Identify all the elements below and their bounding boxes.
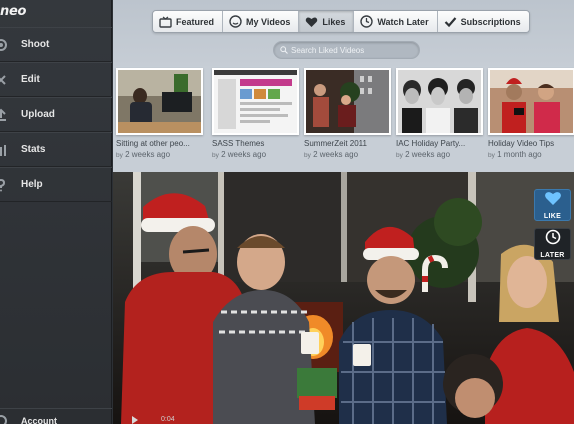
sidebar-item-label: Upload [21, 109, 55, 120]
video-thumbnail[interactable] [116, 68, 203, 135]
gear-icon [0, 414, 8, 424]
like-button[interactable]: LIKE [534, 189, 571, 221]
by-label: by [116, 152, 123, 159]
sidebar-item-label: Shoot [21, 39, 50, 50]
question-icon [0, 178, 8, 192]
by-label: by [212, 152, 219, 159]
app-logo: neo [0, 4, 27, 19]
search-box [273, 41, 420, 59]
sidebar-item-label: Edit [21, 74, 40, 85]
sidebar-item-help[interactable]: Help [0, 167, 112, 202]
video-meta: by 1 month ago [488, 150, 574, 159]
tab-label: Likes [322, 16, 346, 27]
tab-featured[interactable]: Featured [153, 11, 224, 32]
video-card[interactable]: SASS Themes by 2 weeks ago [212, 68, 299, 159]
video-meta: by 2 weeks ago [304, 150, 391, 159]
heart-icon [544, 191, 562, 211]
video-thumbnail[interactable] [488, 68, 574, 135]
sidebar-item-upload[interactable]: Upload [0, 97, 112, 132]
video-thumbnail[interactable] [396, 68, 483, 135]
video-title: Holiday Video Tips [488, 139, 555, 148]
checkmark-icon [444, 15, 457, 28]
video-card[interactable]: Holiday Video Tips by 1 month ago [488, 68, 574, 159]
sidebar-item-label: Stats [21, 144, 46, 155]
video-meta: by 2 weeks ago [116, 150, 203, 159]
video-player[interactable]: LIKE LATER [113, 172, 574, 424]
video-age: 1 month ago [497, 150, 542, 159]
sidebar-item-edit[interactable]: Edit [0, 62, 112, 97]
video-card[interactable]: SummerZeit 2011 by 2 weeks ago [304, 68, 391, 159]
stats-icon [0, 143, 8, 157]
upload-icon [0, 108, 8, 122]
clock-icon [360, 15, 374, 28]
video-age: 2 weeks ago [221, 150, 267, 159]
video-thumbnail[interactable] [212, 68, 299, 135]
video-card[interactable]: IAC Holiday Party... by 2 weeks ago [396, 68, 483, 159]
tab-label: Featured [176, 16, 215, 27]
tab-label: Subscriptions [460, 16, 521, 27]
search-icon [280, 41, 288, 59]
video-age: 2 weeks ago [405, 150, 451, 159]
by-label: by [488, 152, 495, 159]
play-icon[interactable] [131, 416, 139, 424]
later-label: LATER [540, 252, 565, 259]
sidebar: neo Shoot Edit Upload Stats Help Account [0, 0, 112, 424]
watch-later-button[interactable]: LATER [534, 228, 571, 260]
sidebar-item-label: Account [21, 416, 57, 424]
sidebar-item-label: Help [21, 179, 43, 190]
video-frame [113, 172, 574, 424]
tab-likes[interactable]: Likes [299, 11, 355, 32]
tab-subscriptions[interactable]: Subscriptions [437, 11, 529, 32]
time-display: 0:04 [161, 416, 175, 423]
video-meta: by 2 weeks ago [212, 150, 299, 159]
like-label: LIKE [543, 212, 562, 220]
tv-icon [159, 15, 172, 28]
video-meta: by 2 weeks ago [396, 150, 483, 159]
by-label: by [396, 152, 403, 159]
video-title: SASS Themes [212, 139, 265, 148]
search-input[interactable] [291, 45, 417, 55]
sidebar-item-stats[interactable]: Stats [0, 132, 112, 167]
sidebar-item-shoot[interactable]: Shoot [0, 27, 112, 62]
video-age: 2 weeks ago [125, 150, 171, 159]
heart-icon [305, 15, 318, 28]
tab-my-videos[interactable]: My Videos [223, 11, 300, 32]
video-title: IAC Holiday Party... [396, 139, 466, 148]
header: Featured My Videos Likes Watch Later Sub… [113, 0, 574, 66]
video-thumbnail[interactable] [304, 68, 391, 135]
main-panel: Featured My Videos Likes Watch Later Sub… [113, 0, 574, 424]
tab-label: Watch Later [377, 16, 429, 27]
tab-watch-later[interactable]: Watch Later [354, 11, 438, 32]
tab-label: My Videos [246, 16, 291, 27]
gear-icon [0, 38, 8, 52]
tab-bar: Featured My Videos Likes Watch Later Sub… [152, 10, 530, 33]
video-title: SummerZeit 2011 [304, 139, 367, 148]
clock-icon [545, 229, 561, 250]
video-age: 2 weeks ago [313, 150, 359, 159]
video-title: Sitting at other peo... [116, 139, 190, 148]
liked-videos-list: Sitting at other peo... by 2 weeks ago S… [113, 66, 574, 172]
smiley-icon [229, 15, 242, 28]
video-card[interactable]: Sitting at other peo... by 2 weeks ago [116, 68, 203, 159]
scissors-icon [0, 73, 8, 87]
sidebar-item-account[interactable]: Account [0, 408, 112, 424]
by-label: by [304, 152, 311, 159]
